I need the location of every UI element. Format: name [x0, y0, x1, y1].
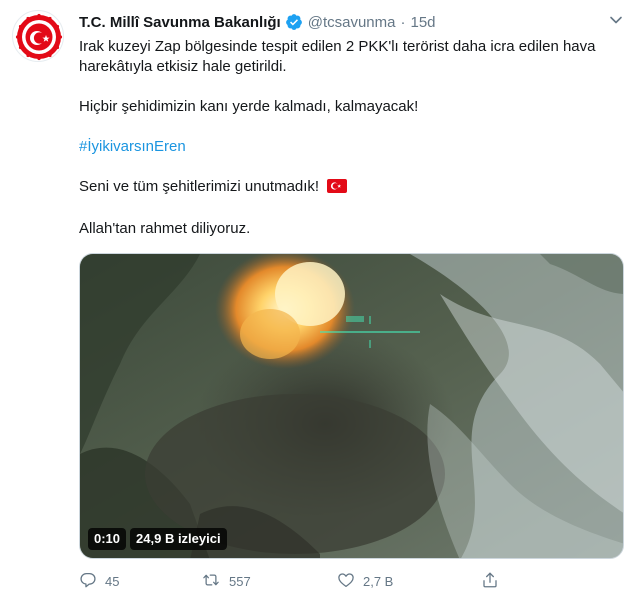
chevron-down-icon[interactable]: [606, 10, 626, 30]
share-icon: [481, 571, 499, 592]
avatar[interactable]: [12, 10, 64, 62]
retweet-count: 557: [229, 573, 251, 589]
tweet-paragraph: Seni ve tüm şehitlerimizi unutmadık!: [79, 178, 320, 195]
share-button[interactable]: [481, 571, 499, 591]
verified-badge-icon: [285, 13, 303, 31]
video-overlay: 0:10 24,9 B izleyici: [88, 528, 227, 550]
author-handle[interactable]: @tcsavunma: [308, 14, 396, 31]
like-button[interactable]: 2,7 B: [337, 571, 393, 591]
author-name[interactable]: T.C. Millî Savunma Bakanlığı: [79, 14, 281, 31]
retweet-icon: [201, 571, 221, 592]
tweet-actions: 45 557 2,7 B: [79, 571, 624, 591]
tweet-text: Irak kuzeyi Zap bölgesinde tespit edilen…: [79, 37, 624, 239]
video-views: 24,9 B izleyici: [130, 528, 227, 550]
reply-icon: [79, 571, 97, 592]
heart-icon: [337, 571, 355, 592]
retweet-button[interactable]: 557: [201, 571, 251, 591]
turkey-flag-icon: [327, 179, 348, 199]
tweet-paragraph: Allah'tan rahmet diliyoruz.: [79, 220, 251, 237]
ministry-logo: [15, 13, 63, 61]
tweet-paragraph: Hiçbir şehidimizin kanı yerde kalmadı, k…: [79, 98, 419, 115]
reply-button[interactable]: 45: [79, 571, 119, 591]
tweet-header: T.C. Millî Savunma Bakanlığı @tcsavunma …: [79, 12, 436, 32]
tweet-card[interactable]: T.C. Millî Savunma Bakanlığı @tcsavunma …: [0, 0, 640, 602]
video-duration: 0:10: [88, 528, 127, 550]
timestamp[interactable]: 15d: [410, 14, 435, 31]
hashtag-link[interactable]: #İyikivarsınEren: [79, 138, 186, 155]
separator-dot: ·: [400, 13, 406, 31]
tweet-paragraph: Irak kuzeyi Zap bölgesinde tespit edilen…: [79, 38, 596, 75]
like-count: 2,7 B: [363, 573, 394, 589]
video-player[interactable]: [79, 253, 624, 559]
video-thumbnail: [80, 254, 623, 558]
reply-count: 45: [105, 573, 120, 589]
